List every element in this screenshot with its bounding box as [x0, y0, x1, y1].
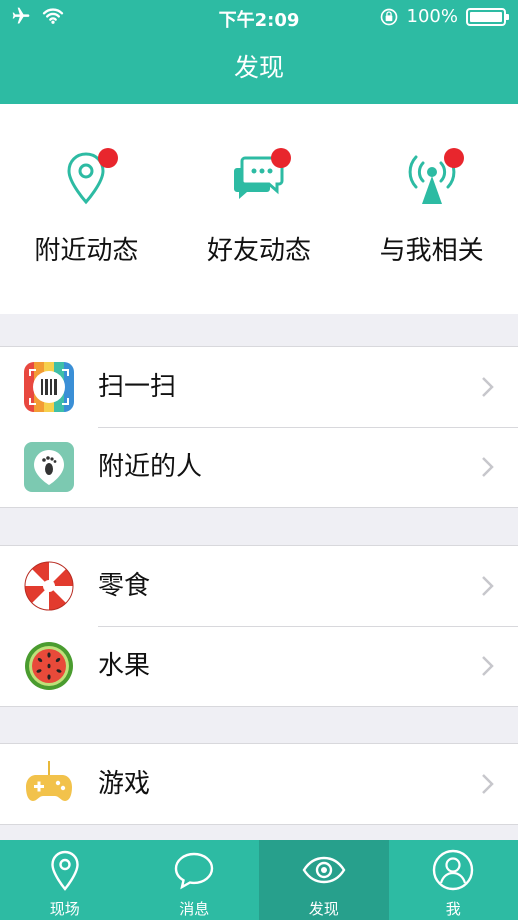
list-item-scan[interactable]: 扫一扫	[0, 347, 518, 427]
tab-messages[interactable]: 消息	[130, 840, 260, 920]
chevron-right-icon	[482, 457, 494, 477]
barcode-scanner-icon	[24, 362, 74, 412]
user-icon	[433, 849, 474, 891]
nav-bar: 发现	[0, 36, 518, 104]
gamepad-icon	[26, 761, 72, 801]
tab-live[interactable]: 现场	[0, 840, 130, 920]
tab-discover[interactable]: 发现	[259, 840, 389, 920]
status-bar: 下午2:09 100%	[0, 0, 518, 36]
list-item-label: 附近的人	[98, 452, 203, 482]
list-item-snacks[interactable]: 零食	[0, 546, 518, 626]
chevron-right-icon	[482, 377, 494, 397]
quick-item-label: 好友动态	[207, 236, 312, 266]
list-item-label: 扫一扫	[98, 372, 177, 402]
list-item-people-nearby[interactable]: 附近的人	[0, 427, 518, 507]
chevron-right-icon	[482, 774, 494, 794]
watermelon-icon	[25, 642, 73, 690]
quick-item-friends-feed[interactable]: 好友动态	[173, 104, 346, 314]
quick-item-label: 附近动态	[34, 236, 139, 266]
speech-bubble-icon	[175, 852, 214, 890]
eye-icon	[302, 856, 346, 884]
list-item-label: 零食	[98, 571, 151, 601]
list-item-fruit[interactable]: 水果	[0, 626, 518, 706]
footprint-icon	[24, 442, 74, 492]
badge-dot	[271, 148, 291, 168]
tab-label: 发现	[308, 900, 339, 918]
list-group: 扫一扫 附近的人	[0, 346, 518, 508]
tab-label: 消息	[179, 900, 210, 918]
tab-bar: 现场 消息 发现 我	[0, 840, 518, 920]
battery-icon	[466, 7, 509, 26]
list-item-games[interactable]: 游戏	[0, 744, 518, 824]
chevron-right-icon	[482, 576, 494, 596]
quick-actions: 附近动态 好友动态 与我相关	[0, 104, 518, 314]
chevron-right-icon	[482, 656, 494, 676]
page-title: 发现	[233, 53, 284, 82]
quick-item-related-to-me[interactable]: 与我相关	[345, 104, 518, 314]
list-item-label: 游戏	[98, 769, 151, 799]
tab-label: 现场	[49, 900, 80, 918]
list-group: 零食 水果	[0, 545, 518, 707]
candy-icon	[24, 561, 74, 611]
battery-percent: 100%	[406, 6, 458, 27]
list-item-label: 水果	[98, 651, 151, 681]
tab-me[interactable]: 我	[389, 840, 518, 920]
list-group: 游戏	[0, 743, 518, 825]
quick-item-label: 与我相关	[379, 236, 484, 266]
quick-item-nearby-feed[interactable]: 附近动态	[0, 104, 173, 314]
badge-dot	[443, 148, 464, 168]
tab-label: 我	[445, 900, 461, 918]
location-pin-icon	[51, 850, 79, 891]
rotation-lock-icon	[380, 8, 397, 25]
